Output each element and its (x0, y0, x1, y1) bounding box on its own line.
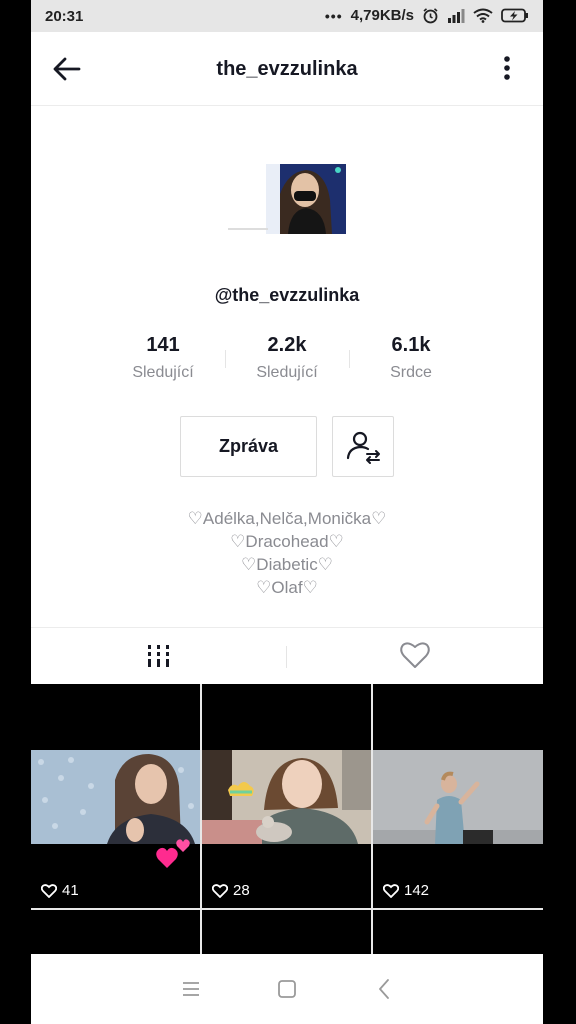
video-likes: 142 (383, 882, 429, 899)
bio-line: ♡Olaf♡ (256, 578, 318, 597)
status-dots: ••• (324, 7, 343, 24)
home-button[interactable] (274, 976, 300, 1002)
profile-stats: 141 Sledující 2.2k Sledující 6.1k Srdce (101, 334, 473, 390)
avatar[interactable] (228, 164, 346, 234)
tab-videos[interactable] (31, 628, 287, 684)
likes-count: 41 (62, 882, 79, 899)
tiktok-profile-screen: 20:31 ••• 4,79KB/s the_evzzulinka @the_e… (31, 0, 543, 1024)
tile-divider (373, 908, 543, 910)
stat-followers[interactable]: 2.2k Sledující (225, 334, 349, 382)
stat-likes[interactable]: 6.1k Srdce (349, 334, 473, 382)
status-bar: 20:31 ••• 4,79KB/s (31, 0, 543, 32)
profile-tabs (31, 627, 543, 684)
heart-outline-icon (41, 883, 57, 898)
network-speed: 4,79KB/s (350, 7, 414, 24)
user-swap-icon (346, 431, 380, 464)
video-likes: 28 (212, 882, 250, 899)
system-nav-bar (31, 954, 543, 1024)
video-tile[interactable]: 41 (31, 684, 201, 954)
profile-header: the_evzzulinka (31, 32, 543, 106)
stat-value: 2.2k (267, 334, 307, 356)
heart-outline-icon (400, 642, 430, 668)
back-chevron-icon (379, 979, 389, 999)
home-square-icon (278, 980, 296, 998)
status-time: 20:31 (45, 8, 84, 25)
likes-count: 142 (404, 882, 430, 899)
video-thumbnail (202, 750, 372, 844)
message-button[interactable]: Zpráva (180, 416, 317, 477)
follow-toggle-button[interactable] (332, 416, 394, 477)
more-vertical-icon (504, 56, 510, 80)
alarm-icon (423, 8, 438, 24)
bio-line: ♡Adélka,Nelča,Monička♡ (187, 509, 387, 528)
video-tile[interactable]: 28 (202, 684, 372, 954)
bio-line: ♡Dracohead♡ (230, 532, 344, 551)
tile-divider (202, 908, 372, 910)
grid-icon (148, 645, 169, 667)
stat-following[interactable]: 141 Sledující (101, 334, 225, 382)
wifi-icon (473, 8, 493, 23)
video-likes: 41 (41, 882, 79, 899)
avatar-photo (228, 164, 346, 234)
video-grid: 41 28 142 (31, 684, 543, 954)
heart-outline-icon (383, 883, 399, 898)
page-title: the_evzzulinka (216, 58, 358, 80)
battery-charging-icon (501, 8, 528, 23)
stat-label: Srdce (390, 364, 432, 381)
stat-value: 6.1k (391, 334, 431, 356)
tab-liked[interactable] (287, 628, 543, 684)
profile-handle: @the_evzzulinka (214, 285, 360, 305)
status-right: ••• 4,79KB/s (325, 7, 529, 24)
bio-line: ♡Diabetic♡ (241, 555, 333, 574)
hearts-sticker (156, 839, 190, 868)
heart-outline-icon (212, 883, 228, 898)
video-thumbnail (373, 750, 543, 844)
stat-label: Sledující (256, 364, 318, 381)
stat-label: Sledující (132, 364, 194, 381)
menu-icon (183, 982, 199, 996)
stat-value: 141 (146, 334, 180, 356)
profile-bio: ♡Adélka,Nelča,Monička♡ ♡Dracohead♡ ♡Diab… (31, 507, 543, 599)
tile-divider (31, 908, 201, 910)
more-options-button[interactable] (497, 54, 517, 84)
video-thumbnail (31, 750, 201, 844)
recent-apps-button[interactable] (178, 976, 204, 1002)
signal-icon (448, 9, 465, 23)
likes-count: 28 (233, 882, 250, 899)
system-back-button[interactable] (372, 976, 398, 1002)
video-tile[interactable]: 142 (373, 684, 543, 954)
